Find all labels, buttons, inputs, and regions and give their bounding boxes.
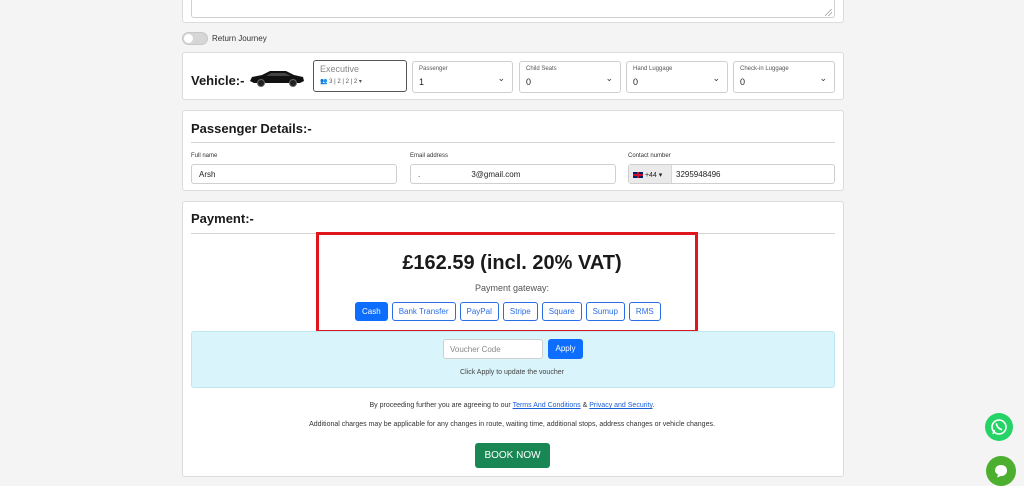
gateway-paypal-button[interactable]: PayPal	[459, 302, 499, 321]
terms-prefix: By proceeding further you are agreeing t…	[369, 402, 511, 409]
passenger-value: 1	[419, 77, 425, 87]
vehicle-capacity-text: 3 | 2 | 2 | 2	[329, 79, 358, 85]
gateway-square-button[interactable]: Square	[541, 302, 582, 321]
email-label: Email address	[410, 153, 449, 159]
gateway-stripe-button[interactable]: Stripe	[502, 302, 538, 321]
terms-notice: By proceeding further you are agreeing t…	[0, 402, 1024, 409]
chevron-down-icon: ⌄	[497, 73, 505, 83]
payment-heading: Payment:-	[191, 211, 254, 226]
whatsapp-button[interactable]	[985, 413, 1013, 441]
gateway-bank-transfer-button[interactable]: Bank Transfer	[391, 302, 456, 321]
vehicle-heading: Vehicle:-	[191, 73, 245, 88]
country-code-dropdown[interactable]: +44 ▾	[629, 165, 672, 183]
contact-label: Contact number	[628, 153, 671, 159]
book-now-button[interactable]: BOOK NOW	[475, 443, 550, 468]
chevron-down-icon: ⌄	[605, 73, 613, 83]
whatsapp-icon	[991, 419, 1007, 435]
gateway-rms-button[interactable]: RMS	[628, 302, 661, 321]
notes-card	[182, 0, 844, 23]
hand-luggage-label: Hand Luggage	[633, 66, 673, 72]
terms-suffix: .	[652, 402, 655, 409]
passenger-label: Passenger	[419, 66, 448, 72]
terms-amp: &	[582, 402, 588, 409]
car-icon	[250, 71, 304, 87]
voucher-code-input[interactable]: Voucher Code	[443, 339, 543, 359]
passenger-divider	[191, 142, 835, 143]
country-code: +44	[644, 172, 657, 179]
voucher-hint: Click Apply to update the voucher	[460, 369, 564, 376]
return-journey-toggle[interactable]	[182, 31, 208, 45]
checkin-luggage-label: Check-in Luggage	[740, 66, 789, 72]
total-price: £162.59 (incl. 20% VAT)	[402, 252, 622, 274]
additional-charges-notice: Additional charges may be applicable for…	[309, 421, 715, 428]
gateway-cash-button[interactable]: Cash	[355, 302, 388, 321]
return-journey-row: Return Journey	[182, 31, 267, 45]
full-name-label: Full name	[191, 153, 218, 159]
child-seats-value: 0	[526, 77, 532, 87]
vehicle-type-select[interactable]: Executive 👥 3 | 2 | 2 | 2 ▾	[313, 60, 407, 92]
passenger-details-heading: Passenger Details:-	[191, 121, 312, 136]
gateway-sumup-button[interactable]: Sumup	[585, 302, 625, 321]
vehicle-capacity-meta: 👥 3 | 2 | 2 | 2 ▾	[320, 79, 362, 85]
resize-grip-icon[interactable]	[825, 9, 832, 16]
email-input[interactable]: . 3@gmail.com	[410, 164, 616, 184]
passenger-select[interactable]: Passenger 1 ⌄	[412, 61, 513, 93]
checkin-luggage-value: 0	[740, 77, 746, 87]
apply-voucher-button[interactable]: Apply	[548, 339, 583, 359]
uk-flag-icon	[633, 172, 643, 179]
checkin-luggage-select[interactable]: Check-in Luggage 0 ⌄	[733, 61, 835, 93]
chevron-down-icon: ⌄	[819, 73, 827, 83]
chat-button[interactable]	[986, 456, 1016, 486]
contact-input[interactable]: +44 ▾ 3295948496	[628, 164, 835, 184]
privacy-link[interactable]: Privacy and Security	[589, 402, 652, 409]
child-seats-label: Child Seats	[526, 66, 557, 72]
gateway-buttons: Cash Bank Transfer PayPal Stripe Square …	[355, 302, 661, 321]
notes-textarea[interactable]	[191, 0, 835, 18]
payment-gateway-label: Payment gateway:	[474, 283, 550, 293]
return-journey-label: Return Journey	[212, 33, 267, 43]
child-seats-select[interactable]: Child Seats 0 ⌄	[519, 61, 621, 93]
vehicle-type-value: Executive	[320, 64, 360, 74]
terms-link[interactable]: Terms And Conditions	[513, 402, 581, 409]
chat-bubble-icon	[995, 465, 1007, 478]
hand-luggage-value: 0	[633, 77, 639, 87]
chevron-down-icon: ⌄	[712, 73, 720, 83]
contact-value: 3295948496	[676, 170, 721, 179]
hand-luggage-select[interactable]: Hand Luggage 0 ⌄	[626, 61, 728, 93]
full-name-input[interactable]: Arsh	[191, 164, 397, 184]
